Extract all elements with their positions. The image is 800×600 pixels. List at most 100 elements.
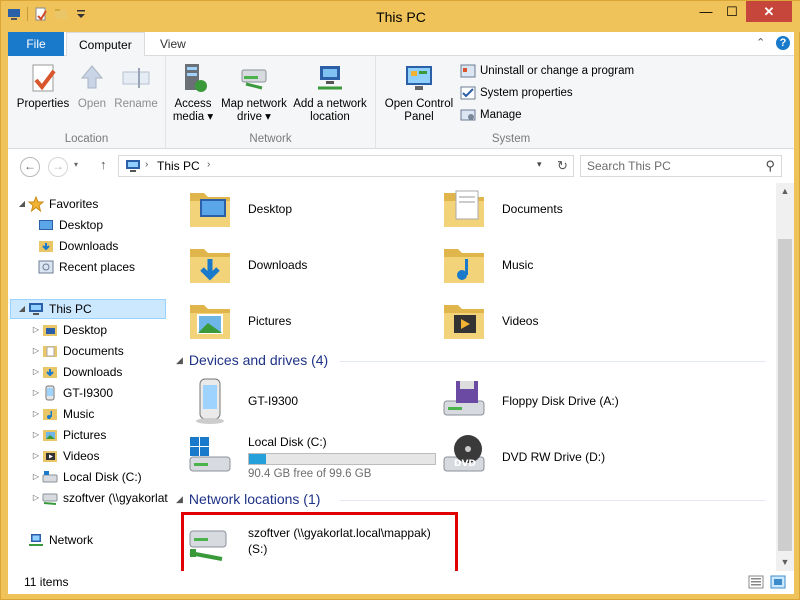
refresh-icon[interactable]: ↻ bbox=[557, 158, 568, 174]
folder-pictures[interactable]: Pictures bbox=[186, 297, 291, 345]
nav-pc-local-disk[interactable]: ▷ Local Disk (C:) bbox=[30, 467, 142, 487]
expand-arrow-icon[interactable]: ▷ bbox=[30, 362, 42, 382]
expand-arrow-icon[interactable]: ▷ bbox=[30, 404, 42, 424]
network-label: Network bbox=[49, 533, 94, 547]
expand-arrow-icon[interactable]: ▷ bbox=[30, 425, 42, 445]
scroll-down-icon[interactable]: ▼ bbox=[776, 554, 794, 571]
map-network-drive-button[interactable]: Map network drive ▾ bbox=[218, 62, 290, 124]
nav-fav-downloads[interactable]: Downloads bbox=[38, 236, 118, 256]
pc-music-label: Music bbox=[63, 407, 95, 421]
desktop-icon bbox=[38, 217, 54, 233]
access-media-label-2: media ▾ bbox=[172, 111, 214, 123]
tab-computer[interactable]: Computer bbox=[66, 32, 145, 57]
nav-pc-phone[interactable]: ▷ GT-I9300 bbox=[30, 383, 113, 403]
folder-desktop[interactable]: Desktop bbox=[186, 185, 292, 233]
device-phone[interactable]: GT-I9300 bbox=[186, 377, 298, 425]
nav-this-pc[interactable]: ◢ This PC bbox=[10, 299, 166, 319]
access-media-button[interactable]: Access media ▾ bbox=[170, 62, 216, 124]
nav-favorites[interactable]: ◢ Favorites bbox=[16, 194, 98, 214]
address-bar[interactable]: › This PC › ▾ ↻ bbox=[118, 155, 574, 177]
add-network-location-button[interactable]: Add a network location bbox=[290, 62, 370, 124]
collapse-arrow-icon[interactable]: ◢ bbox=[16, 194, 28, 214]
expand-arrow-icon[interactable]: ▷ bbox=[30, 488, 42, 508]
tab-file[interactable]: File bbox=[8, 32, 64, 56]
rename-label: Rename bbox=[114, 98, 158, 110]
tab-view[interactable]: View bbox=[148, 32, 198, 56]
device-floppy[interactable]: Floppy Disk Drive (A:) bbox=[440, 377, 619, 425]
open-button[interactable]: Open bbox=[74, 62, 110, 111]
expand-arrow-icon[interactable]: ▷ bbox=[30, 383, 42, 403]
nav-fav-desktop[interactable]: Desktop bbox=[38, 215, 103, 235]
breadcrumb-chevron-icon[interactable]: › bbox=[145, 159, 148, 170]
recent-locations-icon[interactable]: ▾ bbox=[74, 160, 78, 169]
expand-arrow-icon[interactable]: ▷ bbox=[30, 341, 42, 361]
add-location-label-2: location bbox=[310, 111, 350, 123]
folder-music[interactable]: Music bbox=[440, 241, 533, 289]
documents-folder-label: Documents bbox=[502, 202, 563, 216]
close-button[interactable]: ✕ bbox=[746, 1, 792, 22]
nav-pc-desktop[interactable]: ▷ Desktop bbox=[30, 320, 107, 340]
nav-pc-videos[interactable]: ▷ Videos bbox=[30, 446, 100, 466]
control-panel-label: Open Control bbox=[384, 98, 454, 110]
this-pc-label: This PC bbox=[49, 302, 92, 316]
expand-arrow-icon[interactable]: ▷ bbox=[30, 446, 42, 466]
breadcrumb-this-pc[interactable]: This PC bbox=[157, 159, 200, 173]
address-dropdown-icon[interactable]: ▾ bbox=[537, 159, 542, 170]
folder-downloads[interactable]: Downloads bbox=[186, 241, 307, 289]
local-disk-icon bbox=[42, 469, 58, 485]
device-dvd[interactable]: DVD DVD RW Drive (D:) bbox=[440, 433, 605, 481]
nav-pc-documents[interactable]: ▷ Documents bbox=[30, 341, 124, 361]
collapse-arrow-icon[interactable]: ◢ bbox=[16, 299, 28, 319]
network-section-header[interactable]: ◢ Network locations (1) bbox=[176, 491, 320, 507]
music-folder-label: Music bbox=[502, 258, 534, 272]
search-input[interactable]: Search This PC bbox=[587, 159, 671, 173]
collapse-arrow-icon[interactable]: ◢ bbox=[176, 355, 183, 366]
folder-documents[interactable]: Documents bbox=[440, 185, 563, 233]
nav-pc-pictures[interactable]: ▷ Pictures bbox=[30, 425, 106, 445]
manage-button[interactable]: Manage bbox=[460, 105, 522, 125]
rename-button[interactable]: Rename bbox=[114, 62, 158, 111]
folder-videos[interactable]: Videos bbox=[440, 297, 538, 345]
nav-pc-downloads[interactable]: ▷ Downloads bbox=[30, 362, 122, 382]
system-properties-button[interactable]: System properties bbox=[460, 83, 573, 103]
search-icon[interactable]: ⚲ bbox=[765, 158, 775, 174]
forward-button[interactable]: → bbox=[48, 157, 68, 177]
back-button[interactable]: ← bbox=[20, 157, 40, 177]
uninstall-label: Uninstall or change a program bbox=[480, 65, 635, 77]
details-view-icon[interactable] bbox=[748, 575, 764, 589]
pc-documents-label: Documents bbox=[63, 344, 124, 358]
expand-arrow-icon[interactable]: ▷ bbox=[30, 467, 42, 487]
scroll-up-icon[interactable]: ▲ bbox=[776, 183, 794, 200]
scrollbar-thumb[interactable] bbox=[778, 239, 792, 551]
open-control-panel-button[interactable]: Open Control Panel bbox=[382, 62, 456, 124]
nav-pc-music[interactable]: ▷ Music bbox=[30, 404, 94, 424]
pc-videos-label: Videos bbox=[63, 449, 100, 463]
breadcrumb-chevron-icon[interactable]: › bbox=[207, 159, 210, 170]
floppy-label: Floppy Disk Drive (A:) bbox=[502, 394, 619, 408]
nav-pc-network-drive[interactable]: ▷ szoftver (\\gyakorlat.local\mappak) bbox=[30, 488, 168, 508]
help-icon[interactable]: ? bbox=[776, 36, 790, 50]
pc-local-disk-label: Local Disk (C:) bbox=[63, 470, 142, 484]
item-count: 11 items bbox=[24, 575, 69, 589]
collapse-arrow-icon[interactable]: ◢ bbox=[176, 494, 183, 505]
expand-arrow-icon[interactable]: ▷ bbox=[30, 320, 42, 340]
section-divider bbox=[340, 361, 766, 362]
up-button[interactable]: ↑ bbox=[100, 157, 107, 172]
properties-button[interactable]: Properties bbox=[16, 62, 70, 111]
vertical-scrollbar[interactable]: ▲ ▼ bbox=[776, 183, 794, 571]
nav-fav-recent[interactable]: Recent places bbox=[38, 257, 135, 277]
control-panel-label-2: Panel bbox=[404, 111, 434, 123]
navigation-pane: ◢ Favorites Desktop Downloads Recent pla… bbox=[8, 183, 168, 571]
documents-folder-icon bbox=[42, 343, 58, 359]
uninstall-program-button[interactable]: Uninstall or change a program bbox=[460, 61, 634, 81]
device-local-disk[interactable]: Local Disk (C:) 90.4 GB free of 99.6 GB bbox=[186, 433, 436, 481]
search-box[interactable]: Search This PC ⚲ bbox=[580, 155, 782, 177]
minimize-button[interactable]: — bbox=[693, 1, 719, 22]
nav-network[interactable]: Network bbox=[28, 530, 93, 550]
collapse-ribbon-icon[interactable]: ⌃ bbox=[756, 36, 765, 49]
large-icons-view-icon[interactable] bbox=[770, 575, 786, 589]
this-pc-icon bbox=[28, 301, 44, 317]
devices-section-header[interactable]: ◢ Devices and drives (4) bbox=[176, 352, 328, 368]
manage-label: Manage bbox=[480, 109, 522, 121]
maximize-button[interactable]: ☐ bbox=[719, 1, 745, 22]
